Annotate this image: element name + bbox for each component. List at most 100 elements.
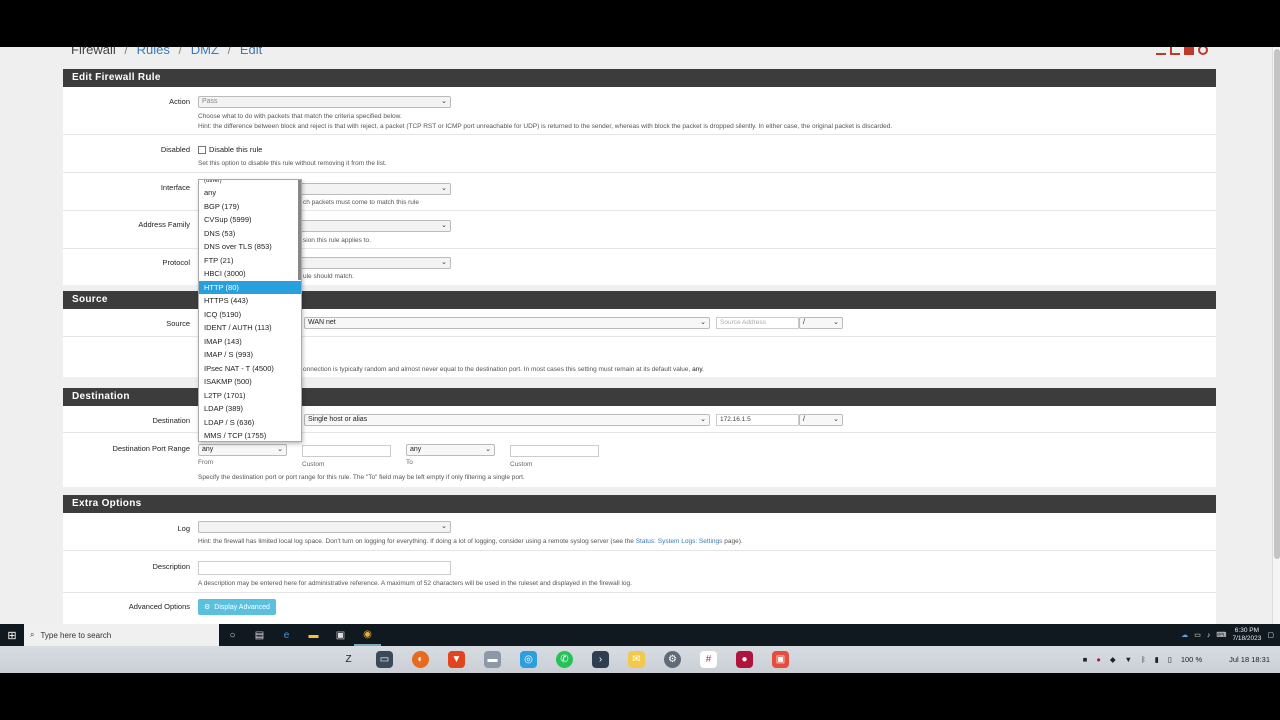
system-tray: ☁ ▭ ♪ ⌨ 6:30 PM 7/18/2023 ▢ (1181, 624, 1274, 646)
dropdown-option[interactable]: CVSup (5999) (199, 213, 301, 227)
clock-time: 6:30 PM (1234, 627, 1260, 634)
whatsapp-icon[interactable]: ✆ (556, 651, 573, 668)
store-icon[interactable]: ▣ (327, 624, 354, 646)
dropdown-option[interactable]: IMAP / S (993) (199, 348, 301, 362)
shield-icon: ◆ (1109, 655, 1116, 664)
breadcrumb-dmz-link[interactable]: DMZ (191, 47, 219, 57)
description-input[interactable] (198, 561, 451, 575)
extra-options-panel: Extra Options Log ⌄ Hint: the firewall h… (63, 495, 1216, 624)
volume-icon[interactable]: ♪ (1207, 632, 1211, 639)
to-port-select[interactable]: any ⌄ (406, 444, 495, 456)
scrollbar-thumb[interactable] (1274, 49, 1280, 559)
windows-start-icon[interactable]: ⊞ (0, 624, 24, 646)
to-custom-input[interactable] (510, 445, 599, 457)
interface-label: Interface (160, 183, 190, 192)
source-help-bold: any (692, 366, 703, 373)
slack-icon[interactable]: # (700, 651, 717, 668)
dropdown-option[interactable]: any (199, 186, 301, 200)
dock-status-area: ■ ● ◆ ▼ ᛒ ▮ ▯ 100 % Jul 18 18:31 (1083, 646, 1270, 673)
task-view-icon[interactable]: ▤ (246, 624, 273, 646)
notifications-icon[interactable]: ▢ (1267, 631, 1274, 639)
log-help-pre: Hint: the firewall has limited local log… (198, 538, 634, 545)
camera-icon[interactable]: ◎ (520, 651, 537, 668)
protocol-label: Protocol (162, 258, 190, 267)
interface-help: ch packets must come to match this rule (303, 199, 419, 206)
breadcrumb-separator: / (178, 47, 183, 57)
page-scrollbar[interactable] (1272, 47, 1280, 624)
display-advanced-button[interactable]: ⚙ Display Advanced (198, 599, 276, 615)
breadcrumb-rules-link[interactable]: Rules (137, 47, 170, 57)
chart-icon[interactable] (1170, 47, 1180, 55)
log-row: Log ⌄ Hint: the firewall has limited loc… (63, 513, 1216, 551)
window-icon[interactable]: ▭ (376, 651, 393, 668)
source-type-select[interactable]: WAN net ⌄ (304, 317, 710, 329)
dropdown-option[interactable]: BGP (179) (199, 200, 301, 214)
firefox-icon[interactable]: ◐ (412, 651, 429, 668)
breadcrumb-edit-link[interactable]: Edit (240, 47, 262, 57)
description-label: Description (152, 562, 190, 571)
list-icon[interactable] (1184, 47, 1194, 55)
taskbar-search[interactable]: ⌕ Type here to search (24, 624, 219, 646)
from-custom-label: Custom (302, 461, 325, 468)
dropdown-option[interactable]: LDAP / S (636) (199, 416, 301, 430)
taskbar: ⊞ ⌕ Type here to search ○ ▤ e ▬ ▣ ◉ ☁ ▭ … (0, 624, 1280, 646)
chevron-down-icon: ⌄ (277, 446, 283, 453)
source-mask-select[interactable]: / ⌄ (799, 317, 843, 329)
cortana-icon[interactable]: ○ (219, 624, 246, 646)
to-label: To (406, 459, 413, 466)
checkbox-box[interactable] (198, 145, 206, 154)
edge-icon[interactable]: e (273, 624, 300, 646)
gear-icon: ⚙ (204, 604, 211, 611)
onedrive-icon[interactable]: ☁ (1181, 631, 1188, 639)
port-dropdown-list[interactable]: (other) any BGP (179) CVSup (5999) DNS (53)… (198, 179, 302, 442)
file-explorer-icon[interactable]: ▬ (300, 624, 327, 646)
files-icon[interactable]: ▬ (484, 651, 501, 668)
dropdown-option[interactable]: IMAP (143) (199, 335, 301, 349)
dropdown-option[interactable]: FTP (21) (199, 254, 301, 268)
destination-address-input[interactable]: 172.16.1.5 (716, 414, 799, 426)
help-icon[interactable] (1198, 47, 1208, 55)
to-custom-label: Custom (510, 461, 533, 468)
destination-type-select[interactable]: Single host or alias ⌄ (304, 414, 710, 426)
screenshot-icon[interactable]: ▣ (772, 651, 789, 668)
syslog-settings-link[interactable]: Status: System Logs: Settings (636, 538, 723, 545)
from-custom-input[interactable] (302, 445, 391, 457)
source-help-text: onnection is typically random and almost… (303, 366, 691, 373)
keyboard-icon[interactable]: ⌨ (1216, 631, 1226, 639)
settings-icon[interactable]: ⚙ (664, 651, 681, 668)
dock-datetime[interactable]: Jul 18 18:31 (1229, 655, 1270, 664)
chrome-icon[interactable]: ◉ (354, 624, 381, 646)
destination-mask-select[interactable]: / ⌄ (799, 414, 843, 426)
log-label: Log (177, 524, 190, 533)
action-select[interactable]: Pass ⌄ (198, 96, 451, 108)
from-port-value: any (202, 446, 214, 453)
zorin-icon[interactable]: Z (340, 651, 357, 668)
dropdown-option[interactable]: HTTPS (443) (199, 294, 301, 308)
dropdown-option[interactable]: DNS over TLS (853) (199, 240, 301, 254)
disable-rule-checkbox[interactable]: Disable this rule (198, 145, 262, 154)
dropdown-option[interactable]: LDAP (389) (199, 402, 301, 416)
dropdown-option[interactable]: L2TP (1701) (199, 389, 301, 403)
dropdown-option[interactable]: ICQ (5190) (199, 308, 301, 322)
log-select[interactable]: ⌄ (198, 521, 451, 533)
network-icon[interactable]: ▭ (1194, 631, 1201, 639)
dropdown-option[interactable]: HTTP (80) (199, 280, 301, 294)
from-port-select[interactable]: any ⌄ (198, 444, 287, 456)
taskbar-clock[interactable]: 6:30 PM 7/18/2023 (1232, 627, 1261, 643)
dropdown-option[interactable]: IPsec NAT - T (4500) (199, 362, 301, 376)
dropdown-option[interactable]: HBCI (3000) (199, 267, 301, 281)
chevron-down-icon: ⌄ (700, 319, 706, 326)
dropdown-option[interactable]: DNS (53) (199, 227, 301, 241)
source-address-input[interactable]: Source Address (716, 317, 799, 329)
description-row: Description A description may be entered… (63, 551, 1216, 593)
panel-title: Extra Options (63, 495, 1216, 513)
dropdown-option[interactable]: IDENT / AUTH (113) (199, 321, 301, 335)
sliders-icon[interactable] (1156, 47, 1166, 55)
record-icon[interactable]: ● (736, 651, 753, 668)
dropdown-option[interactable]: MMS / TCP (1755) (199, 429, 301, 441)
dropdown-option[interactable]: ISAKMP (500) (199, 375, 301, 389)
dropdown-scrollbar[interactable] (298, 180, 301, 280)
terminal-icon[interactable]: › (592, 651, 609, 668)
notes-icon[interactable]: ✉ (628, 651, 645, 668)
brave-icon[interactable]: ▼ (448, 651, 465, 668)
